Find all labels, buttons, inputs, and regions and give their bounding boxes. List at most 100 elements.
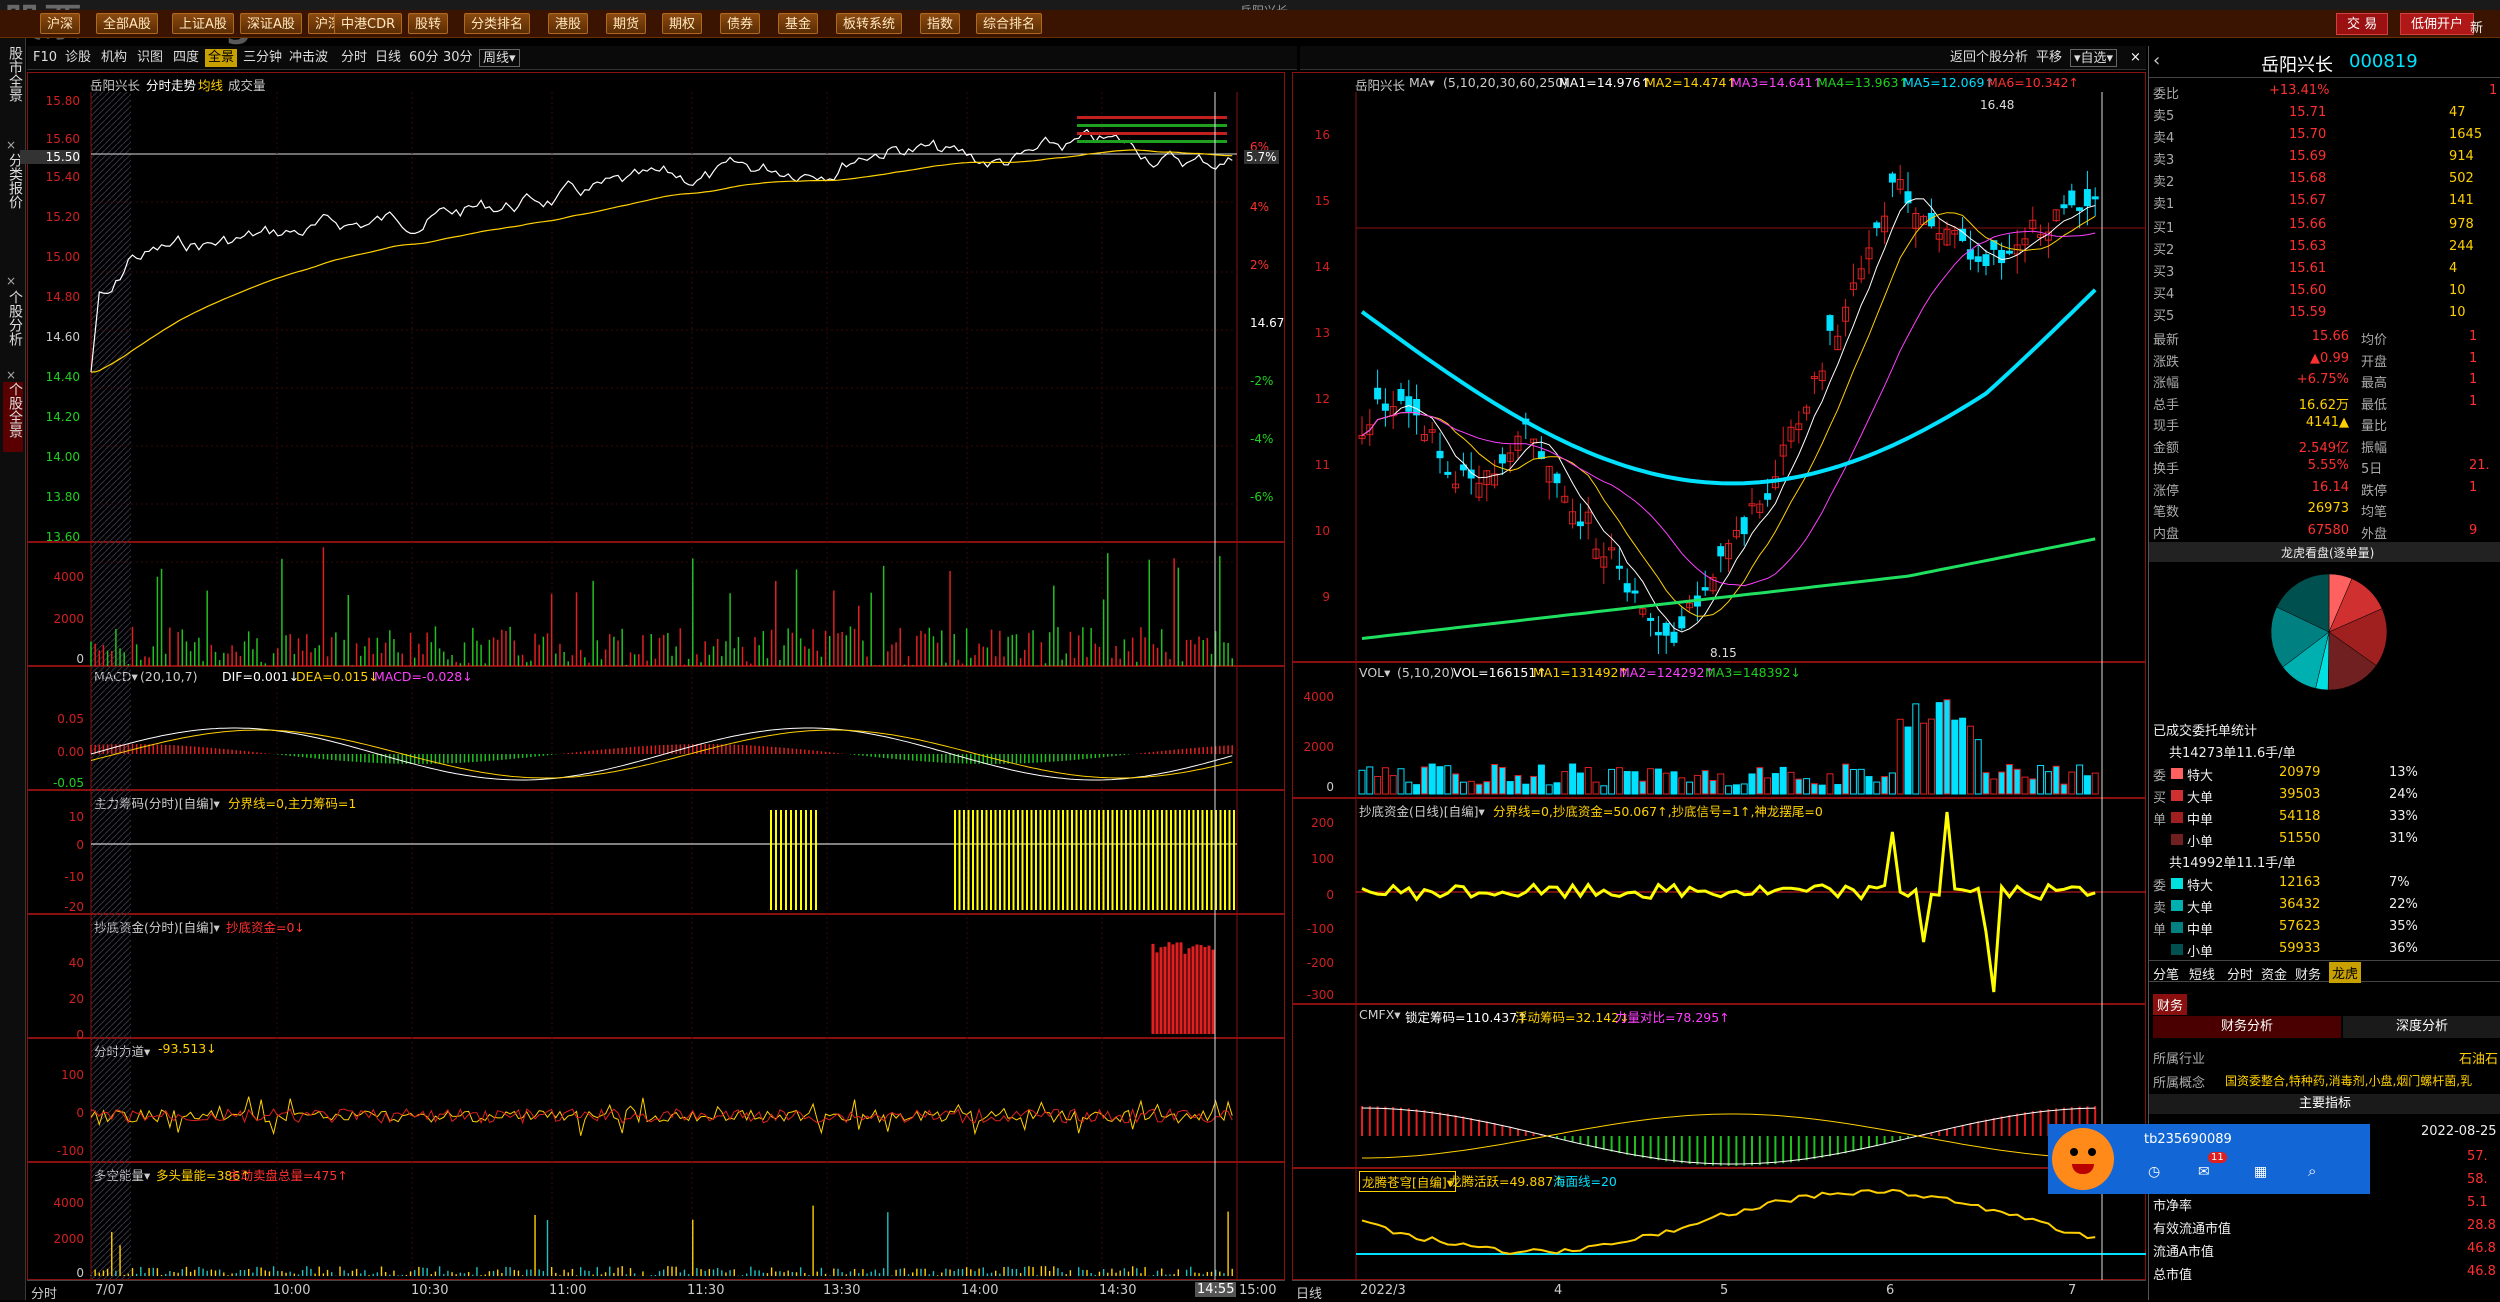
tab-duanxian[interactable]: 短线 (2189, 964, 2215, 983)
stat-label: 涨跌 (2153, 354, 2180, 370)
daily-volume-bar (1428, 763, 1436, 795)
tab-fenbi[interactable]: 分笔 (2153, 964, 2179, 983)
back-arrow-icon[interactable]: ‹ (2153, 50, 2160, 71)
f10-button[interactable]: F10 (33, 49, 57, 67)
back-analysis-button[interactable]: 返回个股分析 (1950, 49, 2028, 67)
time-mode-select[interactable]: 分时 (31, 1283, 57, 1302)
menu-item-banzhuan[interactable]: 板转系统 (836, 13, 903, 34)
stat-value-2: 21. (2469, 458, 2490, 473)
stat-label: 最新 (2153, 333, 2180, 348)
daily-cmfx-lines (1361, 1106, 2097, 1166)
daily-volume-bar (1982, 772, 1990, 795)
week-select[interactable]: 周线▾ (479, 49, 520, 67)
shitu-button[interactable]: 识图 (137, 49, 163, 67)
bid-row[interactable]: 买2 15.63 244 (2149, 236, 2500, 258)
pie-title-bar: 龙虎看盘(逐单量) (2149, 542, 2500, 562)
tab-fenshi[interactable]: 分时 (2227, 964, 2253, 983)
ask-row[interactable]: 卖2 15.68 502 (2149, 168, 2500, 190)
bid-row[interactable]: 买1 15.66 978 (2149, 214, 2500, 236)
stat-label: 换手 (2153, 462, 2180, 477)
fenshi-tab[interactable]: 分时 (341, 49, 367, 67)
menu-item-zhishu[interactable]: 指数 (920, 13, 961, 34)
menu-item-jijin[interactable]: 基金 (778, 13, 819, 34)
menu-item-ganggu[interactable]: 港股 (548, 13, 589, 34)
search-icon[interactable]: ⌕ (2308, 1162, 2316, 1180)
ask-row[interactable]: 卖4 15.70 1645 (2149, 124, 2500, 146)
entrust-swatch (2171, 900, 2183, 911)
menu-item-sh-a[interactable]: 上证A股 (172, 13, 234, 34)
bid-row[interactable]: 买5 15.59 10 (2149, 302, 2500, 324)
time-label: 10:30 (411, 1283, 449, 1298)
menu-item-all-a[interactable]: 全部A股 (96, 13, 158, 34)
mail-icon[interactable]: ✉ (2198, 1164, 2210, 1180)
candle-body (2068, 190, 2076, 206)
intraday-grid (91, 92, 1237, 1280)
quote-stock-name: 岳阳兴长 (2261, 55, 2333, 76)
jigou-button[interactable]: 机构 (101, 49, 127, 67)
concept-value: 国资委整合,特种药,消毒剂,小盘,烟门螺杆菌,乳 (2225, 1074, 2473, 1088)
time-label: 14:00 (961, 1283, 999, 1298)
daily-volume-bar (2091, 772, 2099, 795)
chongjibo-button[interactable]: 冲击波 (289, 49, 328, 67)
ask-row[interactable]: 卖1 15.67 141 (2149, 190, 2500, 212)
daily-volume-bar (1662, 772, 1670, 795)
candle-body (1873, 222, 1881, 229)
pan-button[interactable]: 平移 (2036, 49, 2062, 67)
menu-item-qihuo[interactable]: 期货 (606, 13, 647, 34)
ask-row[interactable]: 卖3 15.69 914 (2149, 146, 2500, 168)
menu-item-sz-a[interactable]: 深证A股 (240, 13, 302, 34)
popup-username: tb235690089 (2144, 1132, 2232, 1147)
entrust-swatch (2171, 834, 2183, 845)
close-icon[interactable]: × (6, 274, 16, 288)
calendar-icon[interactable]: ▦ (2254, 1164, 2267, 1180)
menu-item-hushen[interactable]: 沪深 (40, 13, 81, 34)
bid-row[interactable]: 买3 15.61 4 (2149, 258, 2500, 280)
fin-value: 46.8 (2467, 1264, 2496, 1279)
close-icon[interactable]: × (6, 368, 16, 382)
sixty-min-tab[interactable]: 60分 (409, 49, 439, 67)
deep-analysis-tab[interactable]: 深度分析 (2343, 1016, 2500, 1038)
close-icon[interactable]: × (2130, 49, 2141, 67)
close-icon[interactable]: × (6, 138, 16, 152)
clock-icon[interactable]: ◷ (2148, 1164, 2160, 1180)
period-select[interactable]: 日线 (1296, 1283, 1322, 1302)
daily-volume-bar (1358, 769, 1366, 795)
quote-tabs: 分笔 短线 分时 资金 财务 龙虎 (2149, 960, 2500, 983)
quanjing-tab[interactable]: 全景 (205, 49, 238, 67)
ask-price: 15.68 (2289, 171, 2327, 186)
rixian-tab[interactable]: 日线 (375, 49, 401, 67)
trade-button[interactable]: 交 易 (2336, 13, 2389, 35)
three-min-button[interactable]: 三分钟 (243, 49, 282, 67)
menu-item-guzhuan[interactable]: 股转 (408, 13, 449, 34)
stat-label-2: 5日 (2361, 462, 2383, 477)
more-menu[interactable]: 新 (2470, 17, 2483, 36)
menu-item-fenlei[interactable]: 分类排名 (464, 13, 531, 34)
stat-value: 26973 (2307, 501, 2349, 516)
tab-longhu[interactable]: 龙虎 (2329, 962, 2362, 983)
ask-level: 卖2 (2153, 175, 2175, 190)
menu-item-zonghe[interactable]: 综合排名 (976, 13, 1043, 34)
finance-tab[interactable]: 财务 (2153, 994, 2188, 1015)
bid-row[interactable]: 买4 15.60 10 (2149, 280, 2500, 302)
thirty-min-tab[interactable]: 30分 (443, 49, 473, 67)
stat-label: 涨停 (2153, 483, 2180, 499)
ask-row[interactable]: 卖5 15.71 47 (2149, 102, 2500, 124)
daily-volume-bar (1998, 771, 2006, 795)
concept-label: 所属概念 (2153, 1076, 2206, 1091)
sidu-button[interactable]: 四度 (173, 49, 199, 67)
menu-item-cdr[interactable]: 中港CDR (334, 13, 403, 34)
vol-axis-label: 0 (76, 652, 84, 666)
daily-vol-label: 2000 (1303, 740, 1334, 754)
tab-zijin[interactable]: 资金 (2261, 964, 2287, 983)
chat-popup[interactable]: tb235690089 ◷ ✉ 11 ▦ ⌕ (2048, 1124, 2370, 1194)
watchlist-select[interactable]: ▾自选▾ (2070, 49, 2118, 67)
menu-item-qiquan[interactable]: 期权 (662, 13, 703, 34)
fin-analysis-tab[interactable]: 财务分析 (2153, 1016, 2341, 1038)
quote-header: ‹ 岳阳兴长 000819 (2149, 46, 2500, 78)
zhengu-button[interactable]: 诊股 (65, 49, 91, 67)
tab-caiwu[interactable]: 财务 (2295, 964, 2321, 983)
candle-body (1701, 587, 1709, 591)
ask-volume: 141 (2449, 193, 2474, 208)
menu-item-zhaiquan[interactable]: 债券 (720, 13, 761, 34)
open-account-button[interactable]: 低佣开户 (2400, 13, 2475, 35)
